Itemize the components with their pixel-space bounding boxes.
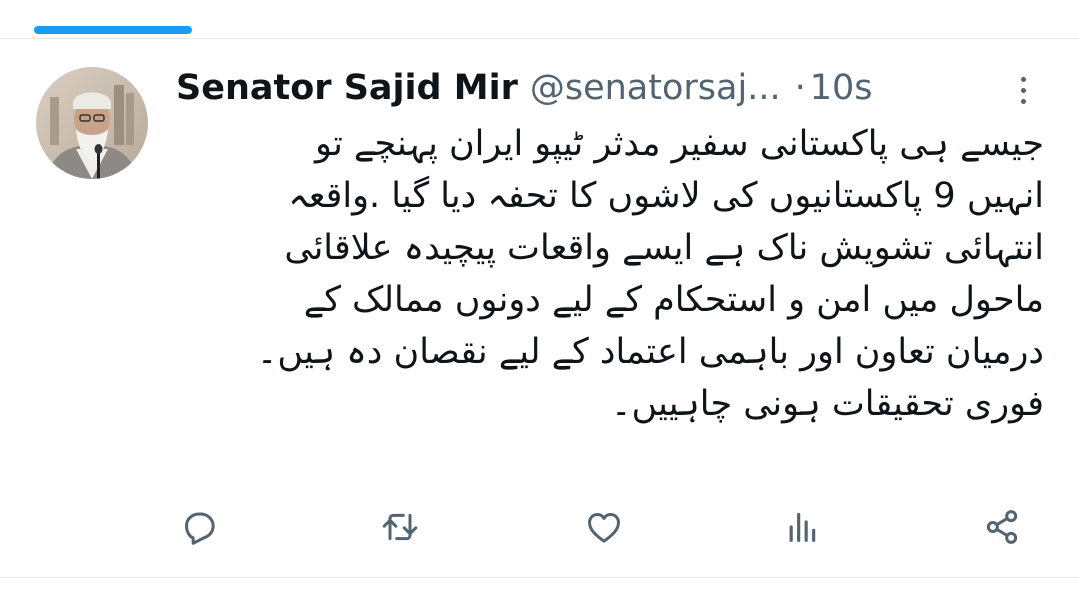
- views-icon: [789, 512, 816, 542]
- author-name[interactable]: Senator Sajid Mir: [176, 68, 518, 108]
- reply-icon: [185, 512, 215, 545]
- tweet-text-line: فوری تحقیقات ہونی چاہییں۔: [611, 384, 1044, 424]
- reply-button[interactable]: [176, 504, 222, 550]
- bottom-divider: [0, 577, 1079, 578]
- tweet-header: Senator Sajid Mir @senatorsaj... · 10s: [176, 64, 1036, 112]
- top-divider: [0, 38, 1079, 39]
- avatar-image: [36, 67, 148, 179]
- tweet-text-line: درمیان تعاون اور باہمی اعتماد کے لیے نقص…: [256, 332, 1044, 372]
- tweet-screen: Senator Sajid Mir @senatorsaj... · 10s ج…: [0, 0, 1079, 607]
- avatar[interactable]: [36, 67, 148, 179]
- tweet-text-line: ماحول میں امن و استحکام کے لیے دونوں مما…: [303, 280, 1044, 320]
- tweet-text-line: انتہائی تشویش ناک ہے ایسے واقعات پیچیدہ …: [284, 228, 1044, 268]
- more-options-icon[interactable]: [1010, 70, 1036, 110]
- views-button[interactable]: [779, 504, 825, 550]
- share-icon: [986, 510, 1018, 544]
- action-bar: [0, 500, 1079, 552]
- timestamp[interactable]: 10s: [810, 68, 873, 108]
- author-handle[interactable]: @senatorsaj...: [530, 68, 781, 108]
- separator-dot: ·: [794, 68, 806, 108]
- like-button[interactable]: [581, 504, 627, 550]
- tweet-text: جیسے ہی پاکستانی سفیر مدثر ٹیپو ایران پہ…: [176, 118, 1044, 430]
- share-button[interactable]: [979, 504, 1025, 550]
- tweet-text-line: انہیں 9 پاکستانیوں کی لاشوں کا تحفہ دیا …: [288, 176, 1044, 216]
- like-icon: [588, 513, 620, 543]
- tweet-text-line: جیسے ہی پاکستانی سفیر مدثر ٹیپو ایران پہ…: [314, 124, 1044, 164]
- tab-indicator: [34, 26, 192, 34]
- retweet-button[interactable]: [377, 504, 423, 550]
- retweet-icon: [382, 513, 418, 541]
